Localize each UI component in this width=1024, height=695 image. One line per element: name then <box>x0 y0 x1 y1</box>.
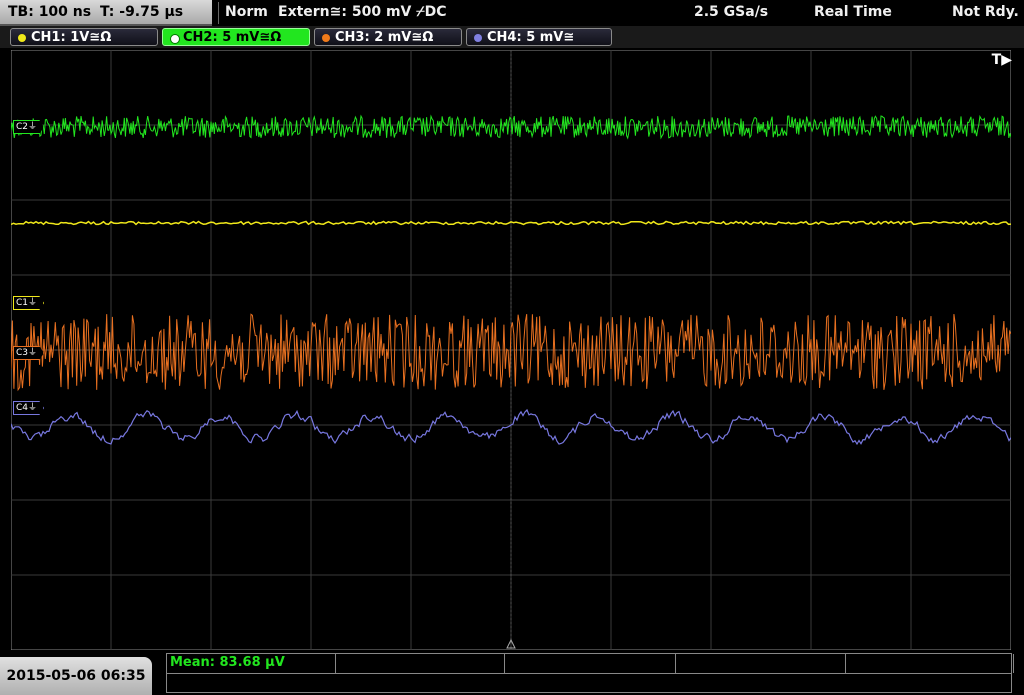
channel-1-label: CH1: 1V≅Ω <box>31 30 112 45</box>
measurement-divider <box>167 673 1011 674</box>
channel-4-label: CH4: 5 mV≅ <box>487 30 575 45</box>
status-bar: TB: 100 ns T: -9.75 µs Norm Extern≅: 500… <box>0 0 1024 26</box>
measurement-cell <box>675 654 846 673</box>
mean-measurement: Mean: 83.68 µV <box>170 655 285 670</box>
channel-4-dot-icon <box>474 34 482 42</box>
channel-2-button[interactable]: CH2: 5 mV≅Ω <box>162 28 310 46</box>
channel-4-marker[interactable]: C4⏚ <box>13 401 45 415</box>
sample-rate[interactable]: 2.5 GSa/s <box>694 0 768 24</box>
trigger-time-value: T: -9.75 µs <box>100 4 184 20</box>
channel-3-marker[interactable]: C3⏚ <box>13 346 45 360</box>
timebase-button[interactable]: TB: 100 ns T: -9.75 µs <box>0 0 212 26</box>
trigger-marker-icon: T▶ <box>991 52 1012 68</box>
channel-3-label: CH3: 2 mV≅Ω <box>335 30 434 45</box>
channel-2-marker[interactable]: C2⏚ <box>13 120 45 134</box>
channel-2-label: CH2: 5 mV≅Ω <box>183 30 282 45</box>
channel-1-dot-icon <box>18 34 26 42</box>
channel-bar: CH1: 1V≅Ω CH2: 5 mV≅Ω CH3: 2 mV≅Ω CH4: 5… <box>0 26 1024 48</box>
waveform-svg <box>11 50 1011 650</box>
waveform-display[interactable] <box>11 50 1011 650</box>
measurement-cell <box>845 654 1014 673</box>
acquire-mode[interactable]: Real Time <box>814 0 892 24</box>
channel-3-button[interactable]: CH3: 2 mV≅Ω <box>314 28 462 46</box>
measurement-panel[interactable]: Mean: 83.68 µV <box>166 653 1014 693</box>
measurement-cell <box>335 654 505 673</box>
trigger-source[interactable]: Extern≅: 500 mV ⌿DC <box>278 0 447 24</box>
channel-3-dot-icon <box>322 34 330 42</box>
acquisition-status: Not Rdy. <box>952 4 1019 20</box>
date-time[interactable]: 2015-05-06 06:35 <box>0 657 152 695</box>
timebase-value: TB: 100 ns <box>8 4 92 20</box>
measurement-cell <box>504 654 676 673</box>
channel-2-dot-icon <box>170 34 180 44</box>
channel-1-button[interactable]: CH1: 1V≅Ω <box>10 28 158 46</box>
trigger-mode[interactable]: Norm <box>225 0 268 24</box>
channel-1-marker[interactable]: C1⏚ <box>13 296 45 310</box>
divider <box>218 2 219 24</box>
channel-4-button[interactable]: CH4: 5 mV≅ <box>466 28 612 46</box>
